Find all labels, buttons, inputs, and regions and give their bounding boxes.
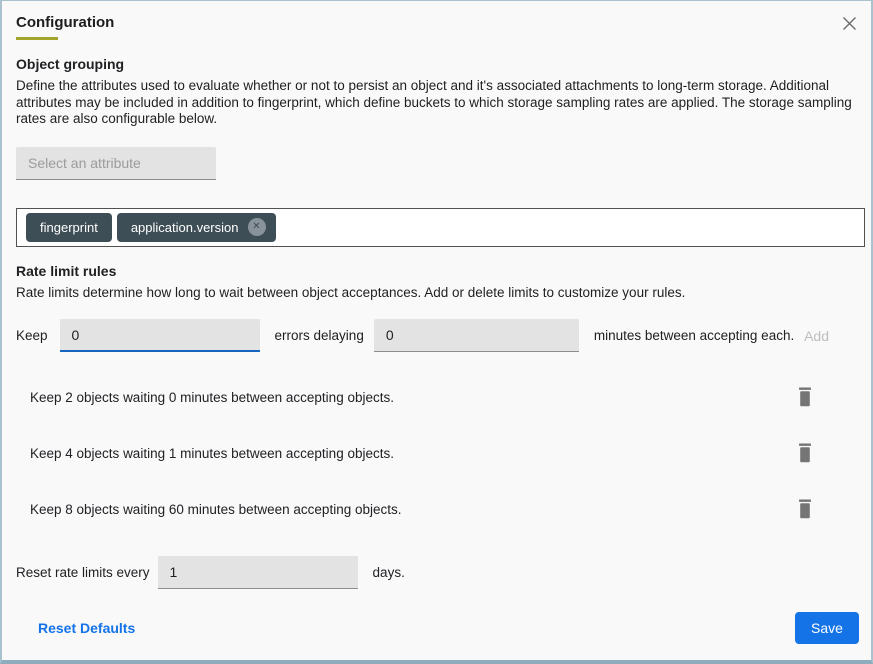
- remove-x-icon: ✕: [252, 221, 260, 232]
- selected-attributes-box: fingerprint application.version ✕: [16, 208, 865, 247]
- rate-limit-rule-row: Keep 4 objects waiting 1 minutes between…: [16, 442, 859, 464]
- close-icon: [837, 16, 861, 31]
- delete-rule-button[interactable]: [797, 443, 813, 463]
- minutes-delay-input[interactable]: [374, 319, 579, 352]
- delete-rule-button[interactable]: [797, 387, 813, 407]
- reset-rate-limits-row: Reset rate limits every days.: [16, 556, 859, 589]
- rate-limit-rule-row: Keep 8 objects waiting 60 minutes betwee…: [16, 498, 859, 520]
- attribute-select-input[interactable]: [16, 147, 216, 180]
- keep-label: Keep: [16, 328, 48, 343]
- rule-text: Keep 2 objects waiting 0 minutes between…: [30, 390, 394, 405]
- chip-label: fingerprint: [40, 220, 98, 235]
- save-button[interactable]: Save: [795, 612, 859, 644]
- rate-limit-rules-description: Rate limits determine how long to wait b…: [16, 285, 859, 302]
- delete-rule-button[interactable]: [797, 499, 813, 519]
- trash-icon: [797, 443, 813, 463]
- rate-limit-rules-heading: Rate limit rules: [16, 263, 859, 279]
- attribute-chip-fingerprint: fingerprint: [26, 213, 112, 242]
- close-button[interactable]: [837, 11, 861, 35]
- configuration-dialog: Configuration Object grouping Define the…: [0, 0, 873, 664]
- add-rule-button[interactable]: Add: [804, 328, 829, 344]
- reset-days-input[interactable]: [158, 556, 358, 589]
- title-underline: [16, 37, 58, 40]
- rule-text: Keep 4 objects waiting 1 minutes between…: [30, 446, 394, 461]
- reset-defaults-button[interactable]: Reset Defaults: [38, 620, 135, 636]
- minutes-between-label: minutes between accepting each.: [594, 328, 794, 343]
- reset-every-label: Reset rate limits every: [16, 565, 150, 580]
- trash-icon: [797, 387, 813, 407]
- trash-icon: [797, 499, 813, 519]
- rule-text: Keep 8 objects waiting 60 minutes betwee…: [30, 502, 401, 517]
- object-grouping-description: Define the attributes used to evaluate w…: [16, 78, 859, 128]
- new-rule-row: Keep errors delaying minutes between acc…: [16, 319, 859, 352]
- rate-limit-rule-row: Keep 2 objects waiting 0 minutes between…: [16, 386, 859, 408]
- dialog-footer: Reset Defaults Save: [16, 612, 859, 644]
- errors-delaying-label: errors delaying: [275, 328, 364, 343]
- errors-count-input[interactable]: [60, 319, 260, 352]
- chip-label: application.version: [131, 220, 239, 235]
- days-label: days.: [373, 565, 405, 580]
- dialog-title: Configuration: [16, 14, 859, 31]
- object-grouping-heading: Object grouping: [16, 56, 859, 72]
- chip-remove-button[interactable]: ✕: [248, 218, 266, 236]
- attribute-chip-application-version: application.version ✕: [117, 213, 276, 242]
